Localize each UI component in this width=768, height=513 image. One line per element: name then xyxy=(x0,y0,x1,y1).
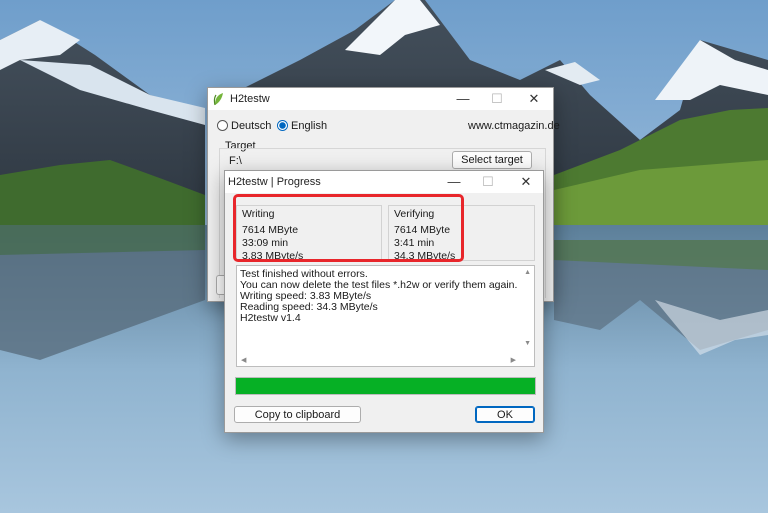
website-link[interactable]: www.ctmagazin.de xyxy=(468,120,560,132)
main-titlebar: H2testw — ☐ ✕ xyxy=(208,88,553,110)
highlight-annotation xyxy=(233,194,464,262)
radio-deutsch-label: Deutsch xyxy=(231,120,272,132)
close-button[interactable]: ✕ xyxy=(517,88,551,110)
chevron-up-icon[interactable]: ▲ xyxy=(524,269,531,276)
select-target-button[interactable]: Select target xyxy=(452,151,532,169)
chevron-right-icon[interactable]: ▶ xyxy=(511,356,516,364)
radio-english[interactable] xyxy=(277,120,288,131)
progress-dialog-title: H2testw | Progress xyxy=(228,176,321,188)
ok-button[interactable]: OK xyxy=(475,406,535,423)
radio-english-label: English xyxy=(291,120,328,132)
log-line: H2testw v1.4 xyxy=(240,312,301,324)
main-window-title: H2testw xyxy=(230,93,270,105)
chevron-left-icon[interactable]: ◀ xyxy=(241,356,246,364)
minimize-button[interactable]: — xyxy=(446,88,480,110)
progress-bar xyxy=(235,377,536,395)
radio-deutsch[interactable] xyxy=(217,120,228,131)
maximize-button[interactable]: ☐ xyxy=(480,88,514,110)
progress-titlebar: H2testw | Progress — ☐ ✕ xyxy=(225,171,543,193)
progress-close-button[interactable]: ✕ xyxy=(509,171,543,193)
progress-maximize-button[interactable]: ☐ xyxy=(471,171,505,193)
h2testw-leaf-icon xyxy=(213,93,223,106)
progress-bar-fill xyxy=(236,378,535,394)
target-path: F:\ xyxy=(229,155,242,167)
log-textbox[interactable]: Test finished without errors. You can no… xyxy=(236,265,535,367)
progress-minimize-button[interactable]: — xyxy=(437,171,471,193)
copy-to-clipboard-button[interactable]: Copy to clipboard xyxy=(234,406,361,423)
chevron-down-icon[interactable]: ▼ xyxy=(524,340,531,347)
